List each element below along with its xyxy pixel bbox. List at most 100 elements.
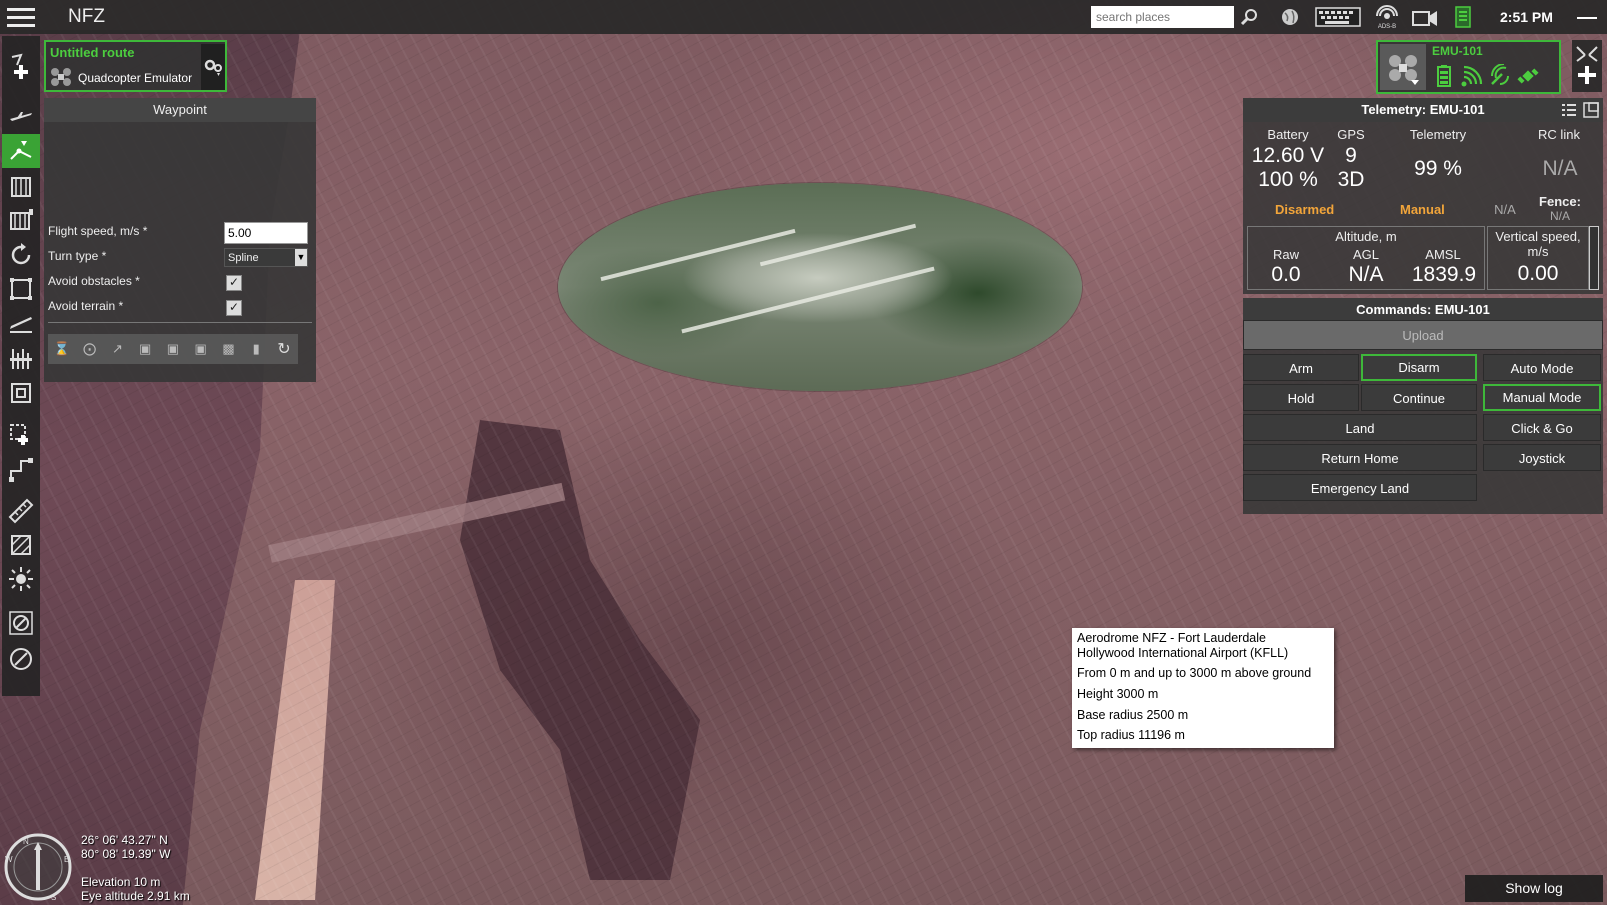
continue-button[interactable]: Continue bbox=[1361, 384, 1477, 411]
route-settings-button[interactable] bbox=[201, 44, 225, 90]
camera-target-icon[interactable]: ⨀ bbox=[80, 339, 100, 359]
upload-button[interactable]: Upload bbox=[1243, 320, 1603, 350]
nfz-area-tool-icon[interactable] bbox=[2, 528, 40, 562]
panorama-icon[interactable]: ▮ bbox=[246, 339, 266, 359]
hold-button[interactable]: Hold bbox=[1243, 384, 1359, 411]
nfz-tooltip-title-2: Hollywood International Airport (KFLL) bbox=[1077, 646, 1289, 660]
globe-icon[interactable] bbox=[1278, 6, 1302, 28]
waypoint-tool-icon[interactable] bbox=[2, 134, 40, 168]
camera-series-icon[interactable]: ▣ bbox=[163, 339, 183, 359]
minimize-icon[interactable] bbox=[1577, 17, 1597, 19]
nfz-tooltip-title: Aerodrome NFZ - Fort Lauderdale bbox=[1077, 631, 1266, 645]
nfz-tooltip-height: Height 3000 m bbox=[1077, 687, 1159, 701]
click-go-button[interactable]: Click & Go bbox=[1483, 414, 1601, 441]
camera-direction-icon[interactable]: ↗ bbox=[107, 339, 127, 359]
avoid-terrain-checkbox[interactable]: ✓ bbox=[226, 300, 242, 316]
fence-label: Fence: bbox=[1539, 194, 1581, 209]
eye-altitude: Eye altitude 2.91 km bbox=[81, 889, 190, 903]
takeoff-tool-icon[interactable] bbox=[2, 98, 40, 132]
route-segment-tool-icon[interactable] bbox=[2, 452, 40, 486]
no-fly-icon[interactable] bbox=[2, 642, 40, 676]
battery-device-icon[interactable] bbox=[1452, 6, 1474, 28]
keyboard-icon[interactable] bbox=[1314, 6, 1362, 28]
sun-light-tool-icon[interactable] bbox=[2, 562, 40, 596]
vertical-scan-tool-icon[interactable] bbox=[2, 376, 40, 410]
nfz-tooltip-range: From 0 m and up to 3000 m above ground bbox=[1077, 666, 1312, 680]
select-area-tool-icon[interactable] bbox=[2, 418, 40, 452]
vehicle-card[interactable]: EMU-101 bbox=[1376, 40, 1561, 94]
compass-icon[interactable]: N E W S bbox=[3, 832, 73, 902]
manual-mode-button[interactable]: Manual Mode bbox=[1483, 384, 1601, 411]
disarm-button[interactable]: Disarm bbox=[1361, 354, 1477, 381]
svg-text:S: S bbox=[51, 893, 56, 902]
emergency-land-button[interactable]: Emergency Land bbox=[1243, 474, 1477, 501]
video-icon[interactable] bbox=[1410, 6, 1440, 28]
telemetry-panel: Telemetry: EMU-101 Battery 12.60 V 100 %… bbox=[1243, 98, 1603, 294]
refresh-icon[interactable]: ↻ bbox=[274, 339, 294, 359]
auto-mode-button[interactable]: Auto Mode bbox=[1483, 354, 1601, 381]
camera-distance-icon[interactable]: ▣ bbox=[191, 339, 211, 359]
vertical-speed-indicator bbox=[1589, 226, 1599, 290]
vehicle-avatar[interactable] bbox=[1380, 44, 1426, 90]
show-log-button[interactable]: Show log bbox=[1465, 875, 1603, 902]
app-title: NFZ bbox=[68, 6, 105, 27]
payload-icon[interactable]: ▩ bbox=[218, 339, 238, 359]
land-button[interactable]: Land bbox=[1243, 414, 1477, 441]
elevation: Elevation 10 m bbox=[81, 875, 161, 889]
turn-type-select[interactable]: Spline ▼ bbox=[224, 248, 308, 267]
route-title[interactable]: Untitled route bbox=[50, 45, 135, 60]
agl-altitude: N/A bbox=[1348, 263, 1384, 286]
joystick-button[interactable]: Joystick bbox=[1483, 444, 1601, 471]
list-view-icon[interactable] bbox=[1561, 102, 1577, 118]
commands-panel: Commands: EMU-101 Upload Arm Disarm Auto… bbox=[1243, 298, 1603, 514]
waypoint-action-toolbar: ⌛ ⨀ ↗ ▣ ▣ ▣ ▩ ▮ ↻ bbox=[48, 334, 298, 364]
hourglass-icon[interactable]: ⌛ bbox=[52, 339, 72, 359]
arm-button[interactable]: Arm bbox=[1243, 354, 1359, 381]
telemetry-title: Telemetry: EMU-101 bbox=[1361, 102, 1485, 117]
menu-icon[interactable] bbox=[4, 0, 38, 34]
avoid-obstacles-checkbox[interactable]: ✓ bbox=[226, 275, 242, 291]
rc-link-value: N/A bbox=[1542, 157, 1578, 180]
gps-sats: 9 bbox=[1345, 144, 1357, 167]
vertical-speed-label: Vertical speed, m/s bbox=[1495, 229, 1581, 259]
route-vehicle-label: Quadcopter Emulator bbox=[78, 71, 193, 85]
nfz-zone[interactable] bbox=[558, 183, 1082, 391]
battery-voltage: 12.60 V bbox=[1251, 144, 1325, 167]
telemetry-header: Telemetry: EMU-101 bbox=[1243, 98, 1603, 122]
raw-altitude: 0.0 bbox=[1271, 263, 1301, 286]
facade-scan-tool-icon[interactable] bbox=[2, 342, 40, 376]
nfz-tooltip-top-radius: Top radius 11196 m bbox=[1077, 728, 1185, 742]
circle-tool-icon[interactable] bbox=[2, 238, 40, 272]
nfz-tooltip: Aerodrome NFZ - Fort Lauderdale Hollywoo… bbox=[1072, 628, 1334, 748]
ruler-tool-icon[interactable] bbox=[2, 494, 40, 528]
gear-icon bbox=[204, 59, 222, 76]
perimeter-tool-icon[interactable] bbox=[2, 272, 40, 306]
return-home-button[interactable]: Return Home bbox=[1243, 444, 1477, 471]
flight-speed-input[interactable] bbox=[224, 222, 308, 244]
popout-icon[interactable] bbox=[1583, 102, 1599, 118]
area-scan-tool-icon[interactable] bbox=[2, 170, 40, 204]
photogrammetry-tool-icon[interactable] bbox=[2, 204, 40, 238]
amsl-label: AMSL bbox=[1425, 247, 1461, 262]
landing-tool-icon[interactable] bbox=[2, 306, 40, 340]
nfz-toggle-icon[interactable] bbox=[2, 606, 40, 640]
armed-state: Disarmed bbox=[1275, 202, 1335, 217]
battery-status-icon bbox=[1437, 65, 1451, 87]
search-icon[interactable] bbox=[1238, 6, 1260, 28]
camera-trigger-icon[interactable]: ▣ bbox=[135, 339, 155, 359]
route-card[interactable]: Untitled route Quadcopter Emulator bbox=[44, 40, 227, 92]
vertical-speed-box: Vertical speed, m/s 0.00 bbox=[1487, 226, 1589, 290]
rc-link-label: RC link bbox=[1538, 127, 1580, 142]
fence-value: N/A bbox=[1549, 209, 1570, 223]
search-input[interactable] bbox=[1091, 6, 1234, 28]
telemetry-signal-icon bbox=[1461, 65, 1483, 87]
add-route-tool-icon[interactable] bbox=[2, 40, 40, 90]
vertical-speed-value: 0.00 bbox=[1517, 262, 1559, 285]
chevron-down-icon[interactable]: ▼ bbox=[295, 249, 307, 266]
extra-status-value: N/A bbox=[1494, 202, 1516, 217]
svg-text:E: E bbox=[64, 855, 69, 864]
add-vehicle-button[interactable] bbox=[1572, 40, 1602, 92]
adsb-icon[interactable]: ADS-B bbox=[1372, 5, 1402, 29]
longitude: 80° 08' 19.39" W bbox=[81, 847, 171, 861]
agl-label: AGL bbox=[1352, 247, 1379, 262]
